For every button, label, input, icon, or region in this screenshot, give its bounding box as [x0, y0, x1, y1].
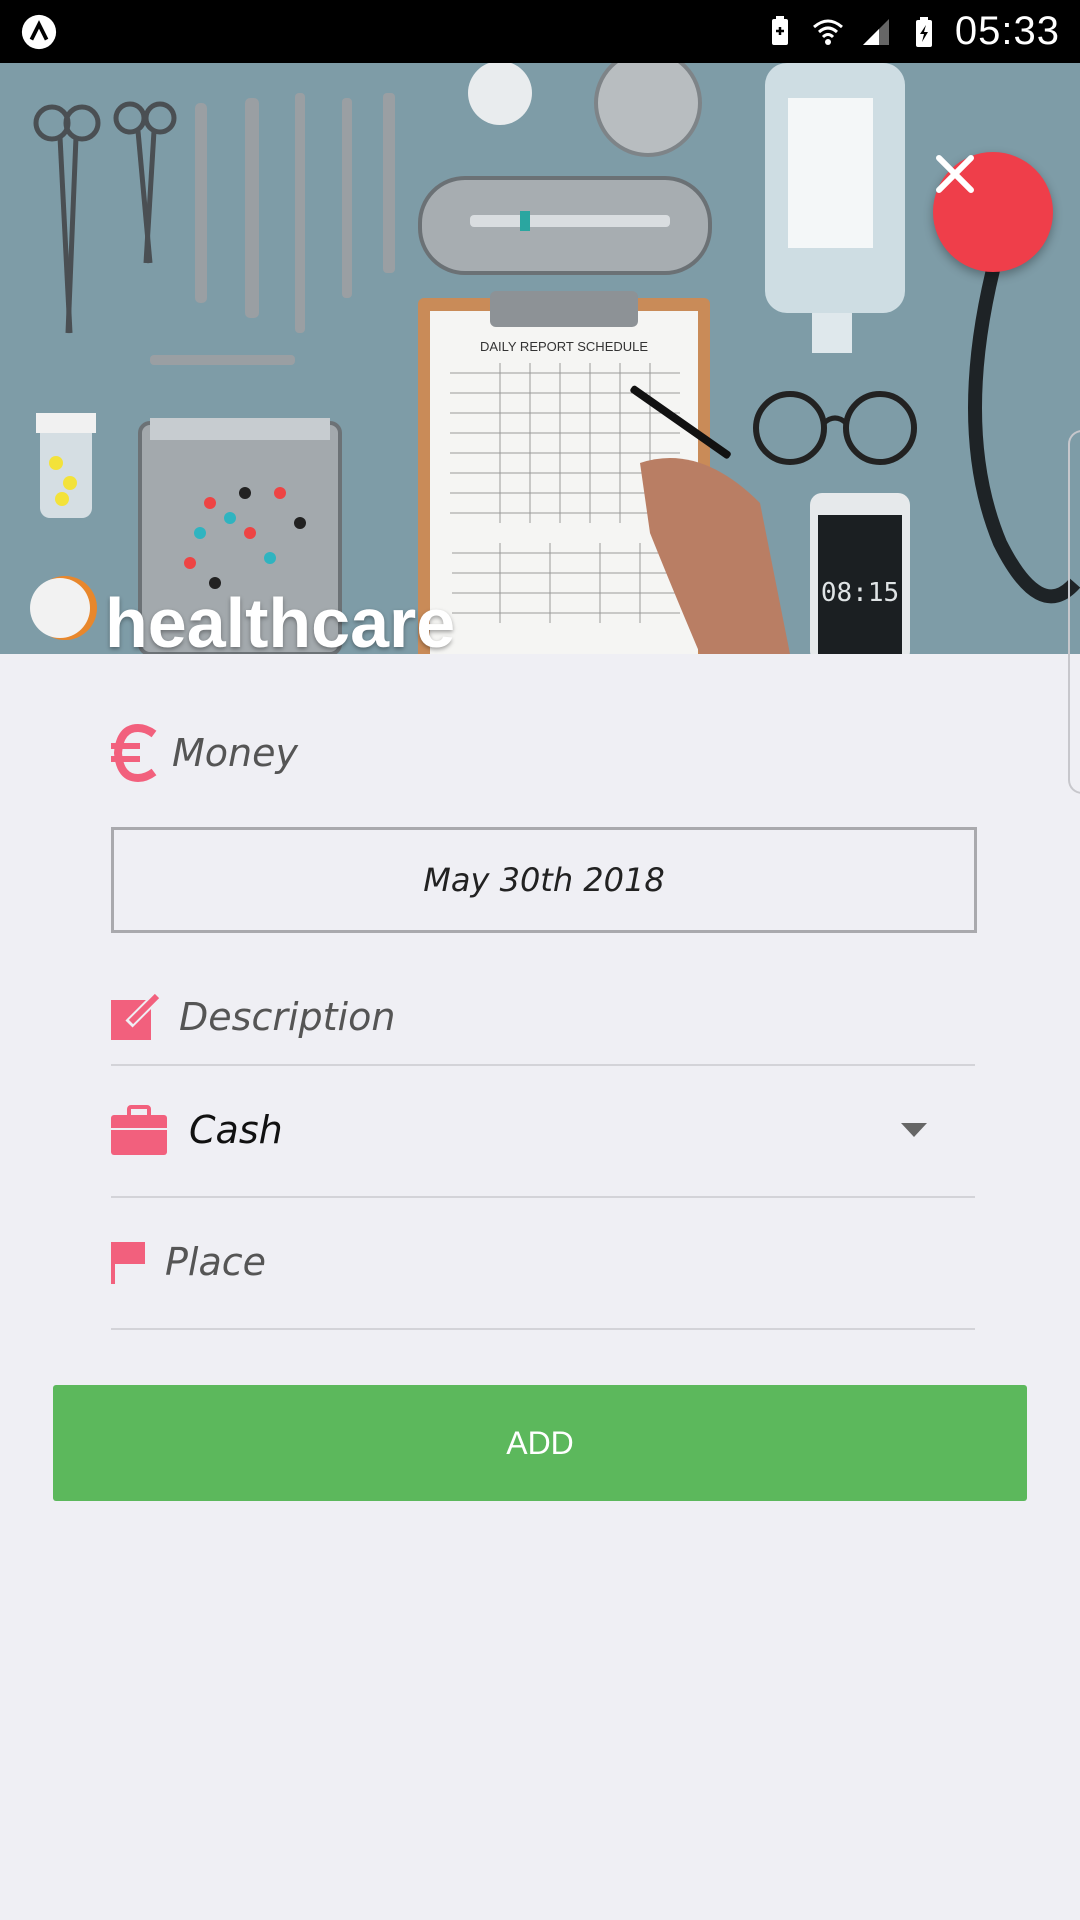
battery-saver-icon — [771, 15, 788, 45]
place-input[interactable]: Place — [111, 1196, 975, 1330]
chevron-down-icon[interactable] — [901, 1123, 927, 1137]
status-bar: 05:33 — [0, 0, 1080, 63]
close-icon — [936, 155, 974, 193]
place-placeholder: Place — [165, 1240, 267, 1284]
euro-icon — [111, 724, 157, 782]
wifi-icon — [812, 19, 843, 45]
close-button[interactable] — [933, 152, 1053, 272]
flag-icon — [111, 1242, 145, 1284]
date-picker[interactable]: May 30th 2018 — [111, 827, 977, 933]
medical-flatlay-illustration: 08:15 DAILY REPORT SCHEDULE — [0, 63, 1080, 654]
description-input[interactable]: Description — [111, 969, 975, 1066]
side-drawer-handle[interactable] — [1068, 430, 1080, 794]
edit-icon — [111, 991, 161, 1040]
clock: 05:33 — [954, 9, 1060, 53]
payment-method-select[interactable]: Cash — [111, 1064, 975, 1198]
briefcase-icon — [111, 1105, 167, 1155]
description-placeholder: Description — [179, 994, 396, 1039]
money-placeholder: Money — [172, 731, 298, 775]
battery-icon — [915, 16, 932, 47]
money-input[interactable]: Money — [110, 724, 298, 782]
phone-clock-text: 08:15 — [821, 578, 899, 608]
app-notification-icon — [21, 14, 57, 50]
clipboard-title-text: DAILY REPORT SCHEDULE — [480, 339, 648, 354]
category-title: healthcare — [105, 584, 456, 654]
add-button[interactable]: ADD — [53, 1385, 1027, 1501]
signal-icon — [862, 18, 889, 45]
payment-method-value: Cash — [189, 1108, 283, 1152]
category-header-image: 08:15 DAILY REPORT SCHEDULE healthcare — [0, 63, 1080, 654]
